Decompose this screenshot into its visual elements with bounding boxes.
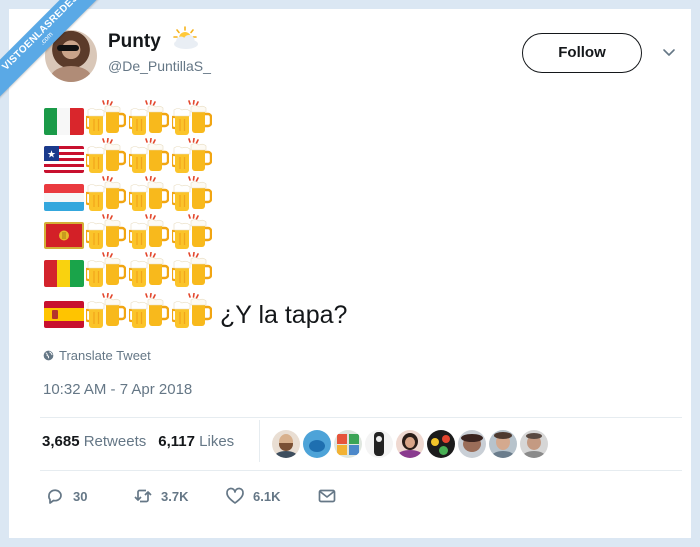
retweets-count: 3,685 — [42, 433, 80, 450]
retweet-button[interactable]: 3.7K — [133, 486, 188, 506]
follow-button[interactable]: Follow — [522, 33, 642, 73]
globe-icon — [43, 350, 54, 361]
likes-stat[interactable]: 6,117 Likes — [158, 433, 234, 450]
clinking-beer-mugs-icon — [129, 293, 169, 330]
tweet-stats: 3,685 Retweets 6,117 Likes — [42, 433, 234, 450]
clinking-beer-mugs-icon — [129, 100, 169, 137]
watermark-text: VISTOENLASREDES — [0, 0, 81, 73]
retweet-count: 3.7K — [161, 488, 189, 504]
retweets-label: Retweets — [83, 433, 147, 450]
flag-montenegro-icon — [44, 222, 84, 249]
likes-label: Likes — [199, 433, 235, 450]
retweet-icon — [134, 489, 152, 503]
heart-icon — [226, 487, 244, 504]
clinking-beer-mugs-icon — [172, 138, 212, 175]
flag-liberia-icon: ★ — [44, 146, 84, 173]
retweets-stat[interactable]: 3,685 Retweets — [42, 433, 146, 450]
liker-avatar[interactable] — [365, 430, 393, 458]
clinking-beer-mugs-icon — [129, 252, 169, 289]
like-count: 6.1K — [253, 488, 281, 504]
reply-icon — [48, 489, 62, 504]
clinking-beer-mugs-icon — [86, 176, 126, 213]
tweet-timestamp[interactable]: 10:32 AM - 7 Apr 2018 — [43, 381, 192, 398]
translate-tweet-link[interactable]: Translate Tweet — [43, 348, 151, 363]
clinking-beer-mugs-icon — [86, 293, 126, 330]
chevron-down-icon[interactable] — [662, 45, 676, 59]
clinking-beer-mugs-icon — [172, 252, 212, 289]
tweet-text: ¿Y la tapa? — [220, 301, 348, 329]
liker-avatar[interactable] — [427, 430, 455, 458]
clinking-beer-mugs-icon — [172, 176, 212, 213]
liker-avatar[interactable] — [396, 430, 424, 458]
divider — [40, 417, 682, 418]
clinking-beer-mugs-icon — [129, 176, 169, 213]
likes-count: 6,117 — [158, 433, 195, 450]
translate-label[interactable]: Translate Tweet — [59, 348, 151, 363]
clinking-beer-mugs-icon — [172, 214, 212, 251]
liker-avatar[interactable] — [272, 430, 300, 458]
like-button[interactable]: 6.1K — [225, 486, 280, 506]
divider — [40, 470, 682, 471]
clinking-beer-mugs-icon — [129, 214, 169, 251]
flag-luxembourg-icon — [44, 184, 84, 211]
clinking-beer-mugs-icon — [86, 252, 126, 289]
user-handle[interactable]: @De_PuntillaS_ — [108, 58, 211, 74]
direct-message-button[interactable] — [317, 486, 337, 506]
liker-avatar[interactable] — [303, 430, 331, 458]
reply-button[interactable]: 30 — [45, 486, 87, 506]
envelope-icon — [318, 489, 336, 503]
clinking-beer-mugs-icon — [172, 293, 212, 330]
watermark-ribbon: VISTOENLASREDES .com — [0, 0, 120, 120]
reply-count: 30 — [73, 488, 88, 504]
svg-text:★: ★ — [47, 150, 56, 161]
liker-avatar[interactable] — [520, 430, 548, 458]
clinking-beer-mugs-icon — [172, 100, 212, 137]
liker-avatar[interactable] — [458, 430, 486, 458]
flag-spain-icon — [44, 301, 84, 328]
stats-separator — [259, 420, 260, 462]
liker-avatar[interactable] — [489, 430, 517, 458]
liker-avatars — [272, 430, 548, 458]
flag-guinea-icon — [44, 260, 84, 287]
clinking-beer-mugs-icon — [129, 138, 169, 175]
clinking-beer-mugs-icon — [86, 214, 126, 251]
tweet-actions: 30 3.7K 6.1K — [45, 486, 365, 508]
sun-behind-cloud-icon — [173, 26, 198, 49]
clinking-beer-mugs-icon — [86, 138, 126, 175]
liker-avatar[interactable] — [334, 430, 362, 458]
